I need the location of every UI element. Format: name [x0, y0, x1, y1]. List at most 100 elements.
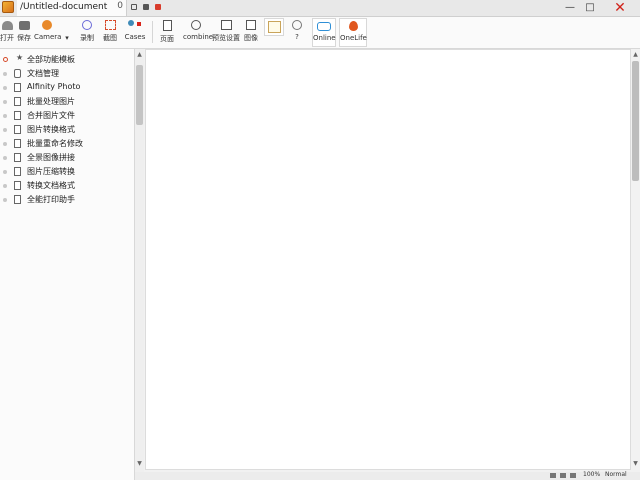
image-icon [246, 20, 256, 30]
record-label: 录制 [80, 34, 94, 42]
scroll-down-icon[interactable]: ▼ [631, 460, 640, 468]
scroll-down-icon[interactable]: ▼ [135, 460, 144, 468]
help-button[interactable]: ? [288, 18, 306, 47]
dropdown-arrow-icon: ▾ [65, 34, 69, 42]
grid-icon[interactable] [570, 473, 576, 478]
onelife-button[interactable]: OneLife [339, 18, 367, 47]
sidebar-item-docs[interactable]: 文档管理 [3, 68, 131, 81]
status-bar: 100% Normal [135, 471, 640, 480]
scrollbar-thumb[interactable] [136, 65, 143, 125]
online-label: Online [313, 34, 336, 42]
document-tab-title: /Untitled-document [20, 2, 108, 12]
chat-icon [317, 22, 331, 31]
cases-button[interactable]: Cases [123, 18, 147, 47]
capture-label: 截图 [103, 34, 117, 42]
cloud-icon [292, 20, 302, 30]
help-label: ? [295, 33, 299, 41]
open-label: 打开 [0, 34, 14, 42]
open-button[interactable]: 打开 [0, 18, 14, 47]
document-tab[interactable]: /Untitled-document 0 [17, 0, 127, 16]
scrollbar-thumb[interactable] [632, 61, 639, 181]
expand-icon[interactable] [3, 57, 8, 62]
camera-dropdown[interactable]: ▾ [61, 18, 73, 47]
combine-icon [191, 20, 201, 30]
title-bar: /Untitled-document 0 — □ ✕ [0, 0, 640, 17]
record-dot-icon[interactable] [155, 4, 161, 10]
document-icon [14, 139, 21, 148]
document-icon [14, 195, 21, 204]
bullet-icon [3, 142, 7, 146]
record-icon [82, 20, 92, 30]
maximize-button[interactable]: □ [580, 0, 600, 16]
sidebar-item-label: 全部功能模板 [27, 55, 75, 64]
sidebar-item-convert[interactable]: 图片转换格式 [3, 124, 131, 137]
scroll-up-icon[interactable]: ▲ [135, 51, 144, 59]
color-swatch-icon [267, 21, 281, 33]
bullet-icon [3, 170, 7, 174]
bullet-icon [3, 184, 7, 188]
sidebar-item-label: 全能打印助手 [27, 195, 75, 204]
bullet-icon [3, 128, 7, 132]
stop-icon[interactable] [143, 4, 149, 10]
flame-icon [348, 21, 358, 31]
bullet-icon [3, 198, 7, 202]
toolbar-separator [152, 21, 153, 43]
page-icon [162, 20, 172, 31]
sidebar-item-batch[interactable]: 批量处理图片 [3, 96, 131, 109]
actual-size-icon[interactable] [560, 473, 566, 478]
document-icon [14, 181, 21, 190]
screenshot-icon [104, 20, 116, 30]
fit-icon[interactable] [550, 473, 556, 478]
capture-button[interactable]: 截图 [99, 18, 121, 47]
sidebar-item-label: 图片压缩转换 [27, 167, 75, 176]
close-button[interactable]: ✕ [600, 0, 640, 16]
cases-label: Cases [124, 33, 146, 41]
bullet-icon [3, 114, 7, 118]
app-logo-icon [2, 1, 14, 13]
view-mode[interactable]: Normal [605, 471, 627, 478]
document-icon [14, 69, 21, 78]
combine-label: combine [183, 33, 214, 41]
sidebar-scrollbar[interactable]: ▲ ▼ [135, 49, 144, 472]
sidebar-item-print[interactable]: 全能打印助手 [3, 194, 131, 207]
sidebar-item-rename[interactable]: 批量重命名修改 [3, 138, 131, 151]
color-swatch-button[interactable] [264, 18, 284, 36]
zoom-level[interactable]: 100% [583, 471, 600, 478]
minimize-button[interactable]: — [560, 0, 580, 16]
tab-close-button[interactable]: 0 [117, 1, 123, 11]
document-icon [14, 167, 21, 176]
sidebar-item-merge[interactable]: 合并图片文件 [3, 110, 131, 123]
preview-label: 预览设置 [212, 34, 240, 42]
bullet-icon [3, 156, 7, 160]
preview-icon [220, 20, 232, 30]
save-button[interactable]: 保存 [15, 18, 33, 47]
bullet-icon [3, 100, 7, 104]
sidebar-item-label: 批量重命名修改 [27, 139, 83, 148]
sidebar-item-photo[interactable]: AIfinity Photo [3, 82, 131, 95]
combine-button[interactable]: combine [183, 18, 214, 47]
sidebar-item-label: 文档管理 [27, 69, 59, 78]
toolbar: 打开 保存 Camera ▾ 录制 截图 Cases 页面 combine 预览… [0, 17, 640, 49]
new-tab-icon[interactable] [131, 4, 137, 10]
page-label: 页面 [160, 35, 174, 43]
sidebar-item-label: 转换文档格式 [27, 181, 75, 190]
camera-button[interactable]: Camera [34, 18, 62, 47]
preview-button[interactable]: 预览设置 [212, 18, 240, 47]
canvas-scrollbar[interactable]: ▲ ▼ [631, 49, 640, 470]
document-icon [14, 153, 21, 162]
sidebar-item-panorama[interactable]: 全景图像拼接 [3, 152, 131, 165]
record-button[interactable]: 录制 [77, 18, 97, 47]
sidebar-item-all-templates[interactable]: ★ 全部功能模板 [3, 53, 131, 67]
page-button[interactable]: 页面 [157, 18, 177, 47]
image-button[interactable]: 图像 [242, 18, 260, 47]
document-canvas[interactable] [145, 49, 631, 470]
sidebar-item-label: 批量处理图片 [27, 97, 75, 106]
sidebar-item-format[interactable]: 转换文档格式 [3, 180, 131, 193]
save-icon [18, 21, 30, 30]
camera-label: Camera [34, 33, 62, 41]
sidebar-item-compress[interactable]: 图片压缩转换 [3, 166, 131, 179]
sidebar-item-label: 合并图片文件 [27, 111, 75, 120]
onelife-label: OneLife [340, 34, 367, 42]
online-button[interactable]: Online [312, 18, 336, 47]
scroll-up-icon[interactable]: ▲ [631, 51, 640, 59]
